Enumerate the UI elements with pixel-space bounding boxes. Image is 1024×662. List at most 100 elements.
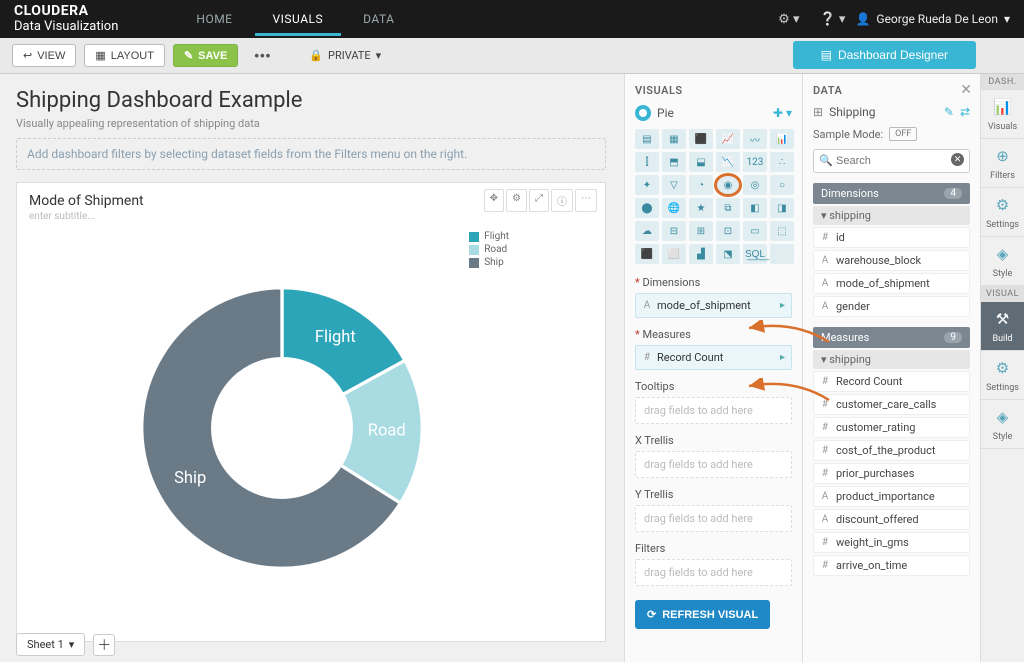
viz-type-cell[interactable]: ▟ [689,244,713,264]
move-icon[interactable]: ✥ [484,189,504,212]
measures-group[interactable]: ▾ shipping [813,350,970,369]
field-row[interactable]: #customer_rating [813,417,970,438]
search-input[interactable] [813,149,970,173]
refresh-visual-button[interactable]: ⟳ REFRESH VISUAL [635,600,770,629]
viz-type-cell[interactable]: S͟Q͟L͟ [743,244,767,264]
viz-type-cell[interactable]: 🌐 [662,198,686,218]
shelf-ytrellis[interactable]: drag fields to add here [635,505,792,532]
viz-type-cell[interactable]: ⊟ [662,221,686,241]
field-row[interactable]: #prior_purchases [813,463,970,484]
sample-mode-toggle[interactable]: OFF [889,127,917,141]
visual-subtitle-placeholder[interactable]: enter subtitle... [29,211,593,222]
rail-tab-style[interactable]: ◈Style [981,400,1024,449]
viz-type-cell[interactable]: ⬓ [689,152,713,172]
save-button[interactable]: ✎ SAVE [173,44,238,67]
viz-type-cell[interactable]: ◉ [716,175,740,195]
viz-type-cell[interactable] [770,244,794,264]
gear-icon[interactable]: ⚙ ▾ [768,12,809,27]
expand-icon[interactable]: ⤢ [529,189,549,212]
info-icon[interactable]: ⓘ [551,189,573,212]
viz-type-cell[interactable]: ◔ [689,175,713,195]
edit-icon[interactable]: ✎ [944,105,954,119]
viz-type-cell[interactable]: ⬤ [635,198,659,218]
field-row[interactable]: #arrive_on_time [813,555,970,576]
visual-type-selector[interactable]: Pie [635,105,674,121]
rail-tab-style[interactable]: ◈Style [981,237,1024,286]
user-menu[interactable]: 👤 George Rueda De Leon ▾ [855,12,1010,26]
viz-type-cell[interactable]: ☁ [635,221,659,241]
viz-type-cell[interactable]: ⊞ [689,221,713,241]
rail-tab-settings[interactable]: ⚙Settings [981,351,1024,400]
field-row[interactable]: Awarehouse_block [813,250,970,271]
viz-type-cell[interactable]: ⊡ [716,221,740,241]
viz-type-cell[interactable]: ⬛ [635,244,659,264]
viz-type-cell[interactable]: 📊 [770,129,794,149]
privacy-dropdown[interactable]: 🔒 PRIVATE ▾ [309,49,381,62]
shuffle-icon[interactable]: ⇄ [960,105,970,119]
donut-chart[interactable]: FlightRoadShip [117,263,447,593]
field-row[interactable]: Adiscount_offered [813,509,970,530]
viz-type-cell[interactable]: ⬔ [716,244,740,264]
view-button[interactable]: ↩ VIEW [12,44,76,67]
viz-type-cell[interactable]: ∴ [770,152,794,172]
viz-type-cell[interactable]: ◎ [743,175,767,195]
shelf-measures[interactable]: # Record Count ▸ [635,345,792,370]
viz-type-cell[interactable]: ✦ [635,175,659,195]
viz-type-cell[interactable]: ○ [770,175,794,195]
clear-search-icon[interactable]: ✕ [951,153,964,166]
shelf-tooltips[interactable]: drag fields to add here [635,397,792,424]
nav-data[interactable]: DATA [345,2,412,36]
help-icon[interactable]: ❔ ▾ [810,12,856,27]
field-row[interactable]: #weight_in_gms [813,532,970,553]
viz-type-cell[interactable]: ◨ [770,198,794,218]
nav-home[interactable]: HOME [178,2,250,36]
rail-tab-filters[interactable]: ⊕Filters [981,139,1024,188]
filter-hint[interactable]: Add dashboard filters by selecting datas… [16,138,606,170]
chevron-right-icon[interactable]: ▸ [780,300,785,311]
more-icon[interactable]: ⋯ [575,189,597,212]
viz-type-cell[interactable]: 📉 [716,152,740,172]
dashboard-designer-button[interactable]: ▤ Dashboard Designer [793,41,976,69]
field-row[interactable]: Aproduct_importance [813,486,970,507]
more-button[interactable]: ••• [246,44,279,67]
dimensions-group[interactable]: ▾ shipping [813,206,970,225]
viz-type-cell[interactable]: 📈 [716,129,740,149]
shelf-dimensions[interactable]: A mode_of_shipment ▸ [635,293,792,318]
sheet-tab[interactable]: Sheet 1▾ [16,633,85,656]
viz-type-cell[interactable]: ⬚ [770,221,794,241]
viz-type-cell[interactable]: ⬜ [662,244,686,264]
dashboard-title[interactable]: Shipping Dashboard Example [16,88,606,113]
close-icon[interactable]: ✕ [960,82,972,98]
dashboard-subtitle[interactable]: Visually appealing representation of shi… [16,117,606,130]
viz-type-cell[interactable]: ▭ [743,221,767,241]
add-sheet-button[interactable]: ＋ [93,634,115,656]
field-row[interactable]: #cost_of_the_product [813,440,970,461]
measures-header[interactable]: Measures 9 [813,327,970,348]
field-row[interactable]: Amode_of_shipment [813,273,970,294]
field-row[interactable]: #id [813,227,970,248]
viz-type-cell[interactable]: ▤ [635,129,659,149]
visual-card[interactable]: Mode of Shipment enter subtitle... ✥ ⚙ ⤢… [16,182,606,642]
rail-tab-visuals[interactable]: 📊Visuals [981,90,1024,139]
viz-type-cell[interactable]: ⬛ [689,129,713,149]
viz-type-cell[interactable]: ▦ [662,129,686,149]
shelf-xtrellis[interactable]: drag fields to add here [635,451,792,478]
gear-icon[interactable]: ⚙ [506,189,527,212]
nav-visuals[interactable]: VISUALS [255,2,342,36]
field-row[interactable]: #Record Count [813,371,970,392]
chevron-right-icon[interactable]: ▸ [780,352,785,363]
field-row[interactable]: Agender [813,296,970,317]
viz-type-cell[interactable]: ⫿ [635,152,659,172]
rail-tab-build[interactable]: ⚒Build [981,302,1024,351]
add-visual-icon[interactable]: ✚ ▾ [773,106,792,120]
viz-type-cell[interactable]: 〰 [743,129,767,149]
dimensions-header[interactable]: Dimensions 4 [813,183,970,204]
viz-type-cell[interactable]: 123 [743,152,767,172]
viz-type-cell[interactable]: ★ [689,198,713,218]
shelf-filters[interactable]: drag fields to add here [635,559,792,586]
viz-type-cell[interactable]: ▽ [662,175,686,195]
field-row[interactable]: #customer_care_calls [813,394,970,415]
dataset-name[interactable]: Shipping [829,105,875,119]
rail-tab-settings[interactable]: ⚙Settings [981,188,1024,237]
viz-type-cell[interactable]: ⧉ [716,198,740,218]
